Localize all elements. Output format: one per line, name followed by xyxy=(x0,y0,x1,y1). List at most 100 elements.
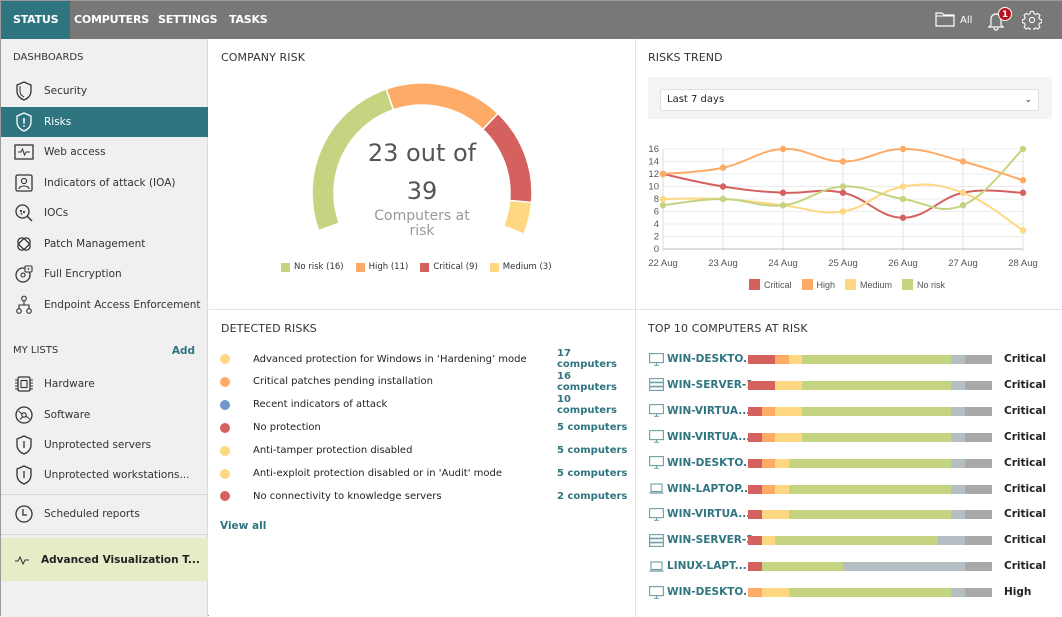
risk-count-link[interactable]: 5 computers xyxy=(557,468,627,479)
bar-segment-medium xyxy=(775,406,803,416)
gauge-segment-medium[interactable] xyxy=(502,199,533,236)
tab-status[interactable]: STATUS xyxy=(1,1,71,39)
computer-name-link[interactable]: WIN-VIRTUA... xyxy=(667,431,750,443)
sidebar-item-advanced-visualization[interactable]: Advanced Visualization T... xyxy=(1,538,208,581)
sidebar-item-scheduled-reports[interactable]: Scheduled reports xyxy=(1,499,208,529)
computer-row[interactable]: WIN-VIRTUA... Critical xyxy=(648,402,1058,420)
data-point-medium[interactable] xyxy=(899,183,907,190)
risk-count-link[interactable]: 5 computers xyxy=(557,422,627,433)
data-point-no-risk[interactable] xyxy=(779,202,787,209)
add-list-button[interactable]: Add xyxy=(172,345,195,357)
sidebar-item-hardware[interactable]: Hardware xyxy=(1,369,208,399)
data-point-high[interactable] xyxy=(779,145,787,153)
data-point-no-risk[interactable] xyxy=(1019,145,1027,153)
computer-row[interactable]: WIN-DESKTO... High xyxy=(648,583,1058,601)
trend-legend-medium[interactable]: Medium xyxy=(845,279,892,290)
data-point-high[interactable] xyxy=(839,158,847,165)
data-point-no-risk[interactable] xyxy=(839,183,847,190)
computer-row[interactable]: WIN-DESKTO... Critical xyxy=(648,350,1058,368)
risk-count-link[interactable]: 10 computers xyxy=(557,394,629,416)
sidebar-item-unprotected-servers[interactable]: Unprotected servers xyxy=(1,430,208,460)
notifications-button[interactable]: 1 xyxy=(987,1,1017,39)
data-point-high[interactable] xyxy=(1019,177,1027,184)
view-all-link[interactable]: View all xyxy=(220,520,266,532)
computer-row[interactable]: WIN-SERVER-1 Critical xyxy=(648,376,1058,394)
bar-segment-na xyxy=(964,406,992,416)
risk-row[interactable]: No protection 5 computers xyxy=(219,418,629,438)
computer-row[interactable]: LINUX-LAPT... Critical xyxy=(648,557,1058,575)
data-point-no-risk[interactable] xyxy=(899,195,907,203)
data-point-high[interactable] xyxy=(719,164,727,171)
legend-item-medium[interactable]: Medium (3) xyxy=(489,262,552,272)
data-point-no-risk[interactable] xyxy=(659,202,667,209)
computer-row[interactable]: WIN-VIRTUA... Critical xyxy=(648,428,1058,446)
trend-legend-high[interactable]: High xyxy=(801,279,835,290)
sidebar-item-label: Advanced Visualization T... xyxy=(41,553,200,566)
computer-name-link[interactable]: WIN-SERVER-1 xyxy=(667,379,754,391)
computer-row[interactable]: WIN-DESKTO... Critical xyxy=(648,454,1058,472)
risk-row[interactable]: No connectivity to knowledge servers 2 c… xyxy=(219,486,629,506)
bar-segment-norisk xyxy=(788,484,952,494)
sidebar-item-indicators-of-attack[interactable]: Indicators of attack (IOA) xyxy=(1,168,208,198)
sidebar-item-endpoint-access-enforcement[interactable]: Endpoint Access Enforcement xyxy=(1,290,208,320)
risk-row[interactable]: Anti-tamper protection disabled 5 comput… xyxy=(219,441,629,461)
sidebar-item-security[interactable]: Security xyxy=(1,76,208,106)
data-point-medium[interactable] xyxy=(839,208,847,215)
computer-name-link[interactable]: LINUX-LAPT... xyxy=(667,560,747,572)
sidebar-item-iocs[interactable]: IOCs xyxy=(1,198,208,228)
computer-name-link[interactable]: WIN-VIRTUA... xyxy=(667,508,750,520)
risk-count-link[interactable]: 16 computers xyxy=(557,371,629,393)
settings-button[interactable] xyxy=(1021,1,1045,39)
web-activity-icon xyxy=(14,142,34,162)
computer-name-link[interactable]: WIN-SERVER-2 xyxy=(667,534,754,546)
trend-legend-no-risk[interactable]: No risk xyxy=(902,279,945,290)
data-point-medium[interactable] xyxy=(659,195,667,203)
legend-item-high[interactable]: High (11) xyxy=(355,262,408,272)
legend-item-critical[interactable]: Critical (9) xyxy=(420,262,478,272)
data-point-critical[interactable] xyxy=(839,189,847,196)
data-point-critical[interactable] xyxy=(1019,189,1027,196)
computer-name-link[interactable]: WIN-VIRTUA... xyxy=(667,405,750,417)
risk-row[interactable]: Anti-exploit protection disabled or in '… xyxy=(219,464,629,484)
computer-name-link[interactable]: WIN-DESKTO... xyxy=(667,353,755,365)
trend-legend-critical[interactable]: Critical xyxy=(749,279,792,290)
legend-item-no-risk[interactable]: No risk (16) xyxy=(281,262,344,272)
period-select[interactable]: Last 7 days ⌄ xyxy=(660,89,1039,111)
risk-count-link[interactable]: 2 computers xyxy=(557,491,627,502)
data-point-critical[interactable] xyxy=(719,183,727,190)
shield-alert-icon xyxy=(14,435,34,455)
sidebar-item-risks[interactable]: Risks xyxy=(1,107,208,137)
data-point-medium[interactable] xyxy=(959,189,967,196)
risk-row[interactable]: Recent indicators of attack 10 computers xyxy=(219,394,629,416)
y-tick-label: 6 xyxy=(654,207,659,218)
data-point-high[interactable] xyxy=(899,145,907,153)
data-point-critical[interactable] xyxy=(779,189,787,196)
risk-level: High xyxy=(1004,586,1032,599)
computer-row[interactable]: WIN-SERVER-2 Critical xyxy=(648,531,1058,549)
gauge-segment-high[interactable] xyxy=(385,82,500,131)
data-point-critical[interactable] xyxy=(899,214,907,221)
risk-row[interactable]: Advanced protection for Windows in ‘Hard… xyxy=(219,348,629,370)
data-point-no-risk[interactable] xyxy=(719,195,727,203)
group-filter-button[interactable]: All xyxy=(935,1,975,39)
sidebar-item-patch-management[interactable]: Patch Management xyxy=(1,229,208,259)
computer-name-link[interactable]: WIN-DESKTO... xyxy=(667,586,755,598)
computer-row[interactable]: WIN-LAPTOP... Critical xyxy=(648,480,1058,498)
computer-name-link[interactable]: WIN-DESKTO... xyxy=(667,457,755,469)
sidebar-item-unprotected-workstations[interactable]: Unprotected workstations... xyxy=(1,460,208,490)
data-point-high[interactable] xyxy=(659,170,667,178)
risk-count-link[interactable]: 17 computers xyxy=(557,348,629,370)
sidebar-item-web-access[interactable]: Web access xyxy=(1,137,208,167)
data-point-medium[interactable] xyxy=(1019,227,1027,234)
gauge-total: 39 xyxy=(406,177,438,205)
tab-tasks[interactable]: TASKS xyxy=(217,1,280,39)
sidebar-item-software[interactable]: Software xyxy=(1,400,208,430)
bar-segment-na xyxy=(964,380,992,390)
data-point-no-risk[interactable] xyxy=(959,202,967,209)
computer-name-link[interactable]: WIN-LAPTOP... xyxy=(667,483,752,495)
risk-count-link[interactable]: 5 computers xyxy=(557,445,627,456)
computer-row[interactable]: WIN-VIRTUA... Critical xyxy=(648,505,1058,523)
sidebar-item-full-encryption[interactable]: Full Encryption xyxy=(1,259,208,289)
risk-row[interactable]: Critical patches pending installation 16… xyxy=(219,371,629,393)
data-point-high[interactable] xyxy=(959,158,967,165)
